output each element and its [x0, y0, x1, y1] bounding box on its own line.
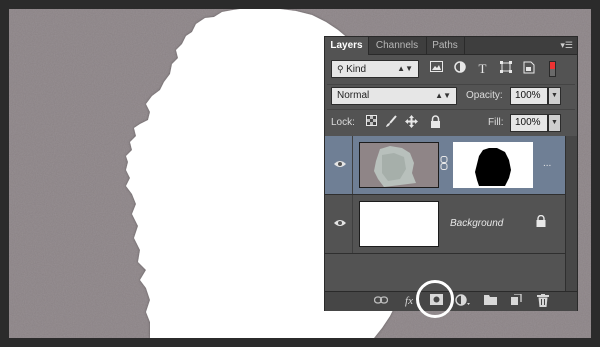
blend-row: Normal ▲▼ Opacity: 100% ▼ [325, 86, 577, 110]
more-options-icon[interactable]: ... [543, 158, 551, 169]
lock-position-icon[interactable] [405, 115, 418, 129]
filter-toggle-switch[interactable] [549, 61, 556, 77]
smart-object-filter-icon[interactable] [521, 61, 536, 76]
new-layer-icon[interactable] [508, 293, 524, 309]
visibility-cell[interactable] [325, 195, 353, 253]
lock-row: Lock: Fill: 100% ▼ [325, 111, 577, 135]
fill-input[interactable]: 100% [510, 114, 548, 132]
link-layers-icon[interactable] [373, 294, 389, 309]
lock-label: Lock: [331, 117, 355, 128]
image-filter-icon[interactable] [429, 61, 444, 76]
blend-mode-dropdown[interactable]: Normal ▲▼ [331, 87, 457, 105]
layer-row-background[interactable]: Background [325, 195, 565, 254]
tab-channels[interactable]: Channels [368, 37, 427, 54]
layer-row[interactable]: ... [325, 136, 565, 195]
fill-label: Fill: [488, 117, 504, 128]
fill-dropdown-arrow[interactable]: ▼ [548, 114, 561, 132]
layer-style-icon[interactable]: fx [401, 294, 417, 309]
panel-menu-icon[interactable]: ▾☰ [560, 37, 573, 54]
divider [327, 109, 575, 110]
search-icon: ⚲ [337, 64, 347, 74]
lock-all-icon[interactable] [429, 115, 442, 129]
background-thumbnail[interactable] [359, 201, 439, 247]
shape-filter-icon[interactable] [498, 61, 513, 76]
tab-paths[interactable]: Paths [426, 37, 465, 54]
eye-icon[interactable] [334, 218, 346, 230]
layer-name-background[interactable]: Background [450, 217, 503, 231]
adjustment-filter-icon[interactable] [452, 61, 467, 76]
layers-scrollbar[interactable] [565, 136, 577, 291]
delete-layer-icon[interactable] [535, 294, 551, 309]
layers-panel: Layers Channels Paths ▾☰ ⚲ Kind ▲▼ T Nor… [324, 36, 578, 311]
opacity-label: Opacity: [466, 90, 503, 101]
blend-mode-value: Normal [337, 90, 370, 101]
type-filter-icon[interactable]: T [475, 61, 490, 76]
filter-kind-label: Kind [346, 64, 367, 75]
new-group-icon[interactable] [482, 294, 498, 309]
highlight-ring-add-mask [416, 280, 454, 318]
panel-tab-bar: Layers Channels Paths ▾☰ [325, 37, 577, 55]
lock-image-pixels-icon[interactable] [384, 115, 397, 129]
chevron-updown-icon: ▲▼ [397, 64, 413, 73]
visibility-cell[interactable] [325, 136, 353, 194]
layers-list: ... Background [325, 136, 577, 291]
adjustment-layer-icon[interactable] [455, 294, 471, 309]
lock-transparent-pixels-icon[interactable] [365, 115, 378, 129]
lock-icon [536, 214, 546, 230]
opacity-dropdown-arrow[interactable]: ▼ [548, 87, 561, 105]
eye-icon[interactable] [334, 159, 346, 171]
layer-thumbnail[interactable] [359, 142, 439, 188]
filter-row: ⚲ Kind ▲▼ T [325, 57, 577, 81]
chevron-updown-icon: ▲▼ [435, 91, 451, 100]
filter-kind-dropdown[interactable]: ⚲ Kind ▲▼ [331, 60, 419, 78]
layer-mask-thumbnail[interactable] [453, 142, 533, 188]
opacity-input[interactable]: 100% [510, 87, 548, 105]
photoshop-workspace: Layers Channels Paths ▾☰ ⚲ Kind ▲▼ T Nor… [0, 0, 600, 347]
mask-link-icon[interactable] [440, 156, 448, 172]
divider [327, 84, 575, 85]
tab-layers[interactable]: Layers [325, 37, 369, 55]
filter-toggle-knob [550, 62, 555, 69]
